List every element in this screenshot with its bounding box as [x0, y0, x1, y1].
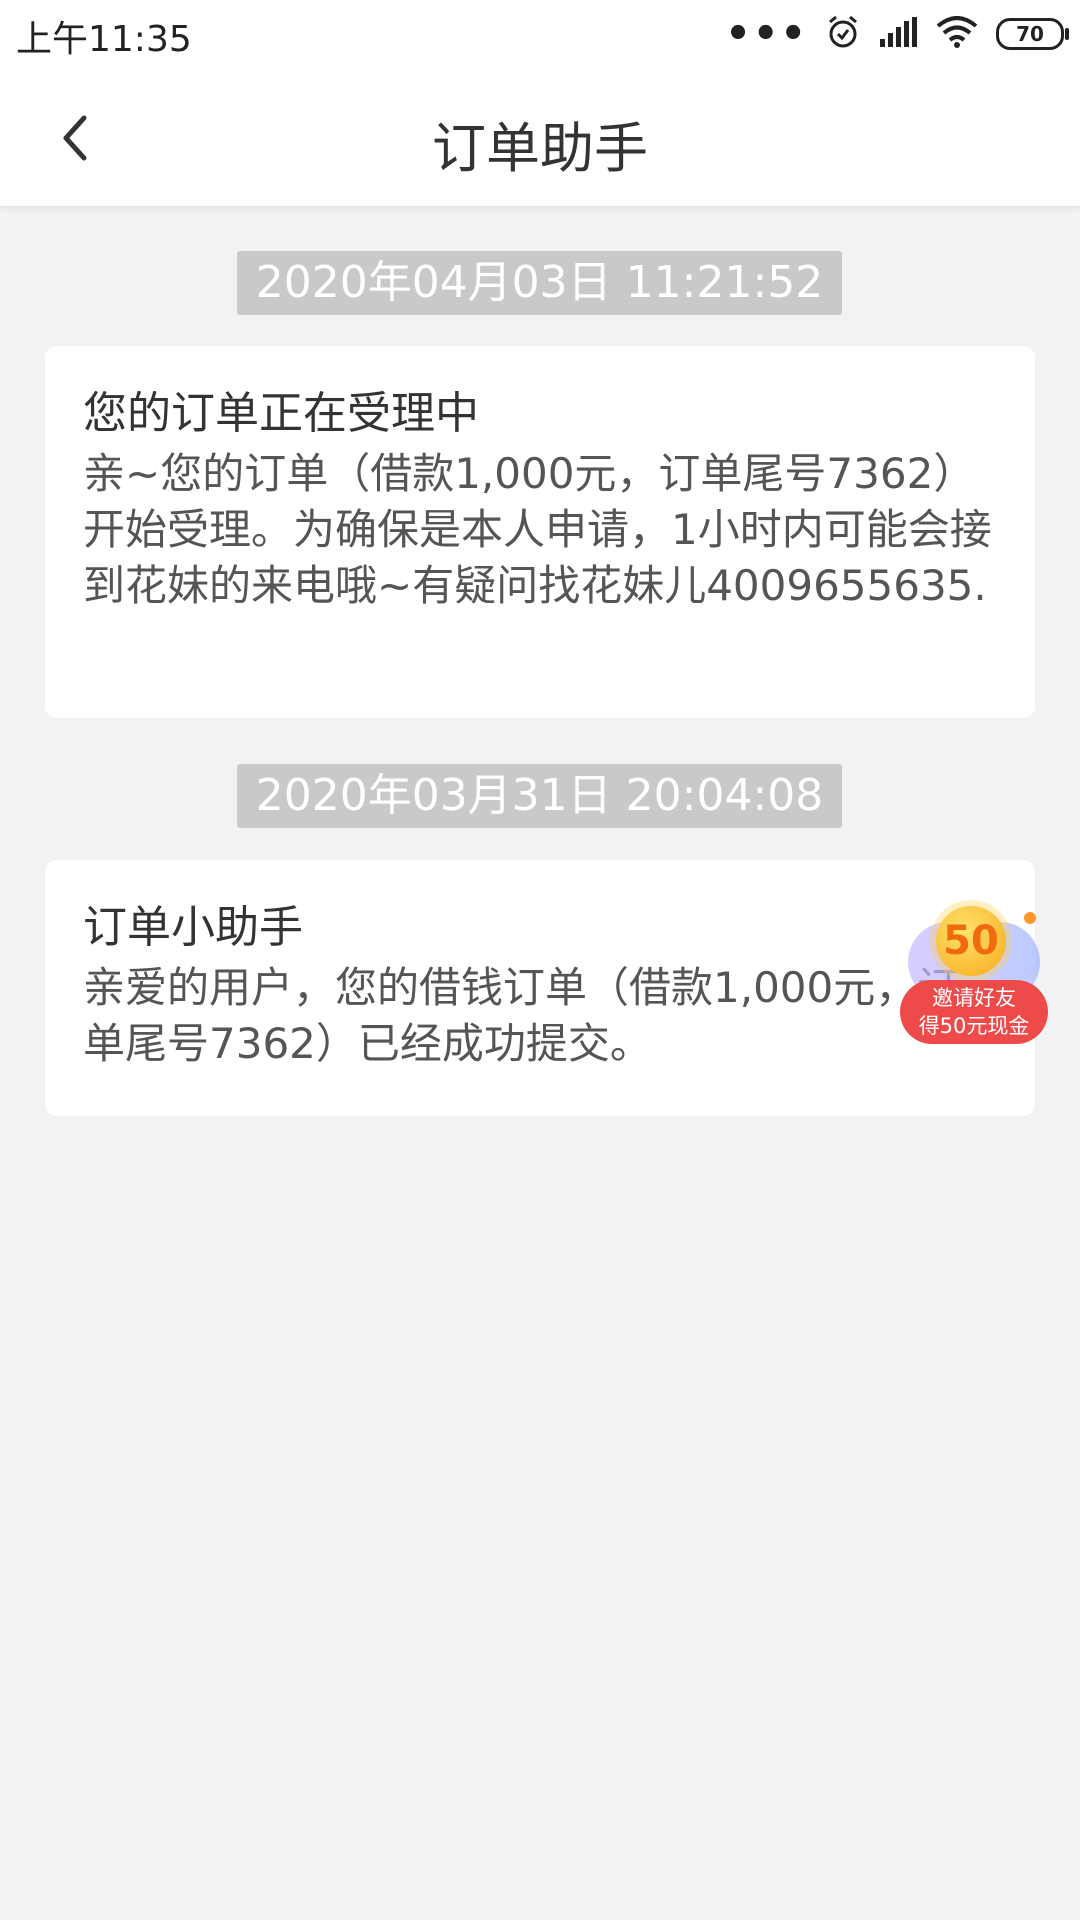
promo-label: 邀请好友 得50元现金 [900, 980, 1048, 1044]
battery-icon: 70 [996, 18, 1069, 50]
coin-icon: 50 [936, 906, 1006, 976]
message-title: 您的订单正在受理中 [83, 388, 479, 439]
signal-icon [878, 17, 918, 51]
message-title: 订单小助手 [83, 902, 303, 953]
message-timestamp: 2020年04月03日 11:21:52 [237, 251, 842, 315]
wifi-icon [936, 16, 978, 52]
message-card[interactable]: 您的订单正在受理中 亲~您的订单（借款1,000元，订单尾号7362）开始受理。… [45, 346, 1035, 718]
status-bar: 上午11:35 ••• 70 [0, 0, 1080, 70]
page-title: 订单助手 [432, 117, 648, 180]
invite-promo-button[interactable]: 50 邀请好友 得50元现金 [898, 898, 1050, 1048]
message-timestamp: 2020年03月31日 20:04:08 [237, 764, 842, 828]
message-body: 亲~您的订单（借款1,000元，订单尾号7362）开始受理。为确保是本人申请，1… [83, 449, 992, 610]
battery-level: 70 [1016, 22, 1044, 46]
status-icons: ••• 70 [725, 11, 1069, 57]
promo-line1: 邀请好友 [932, 986, 1016, 1010]
promo-sparkle-icon [1024, 912, 1036, 924]
more-dots-icon: ••• [725, 11, 808, 57]
status-time: 上午11:35 [16, 19, 192, 60]
title-bar: 订单助手 [0, 70, 1080, 206]
message-card[interactable]: 订单小助手 亲爱的用户，您的借钱订单（借款1,000元，订单尾号7362）已经成… [45, 860, 1035, 1116]
coin-value: 50 [943, 918, 999, 964]
alarm-icon [826, 15, 860, 53]
message-body: 亲爱的用户，您的借钱订单（借款1,000元，订单尾号7362）已经成功提交。 [83, 963, 960, 1068]
promo-line2: 得50元现金 [918, 1014, 1030, 1038]
